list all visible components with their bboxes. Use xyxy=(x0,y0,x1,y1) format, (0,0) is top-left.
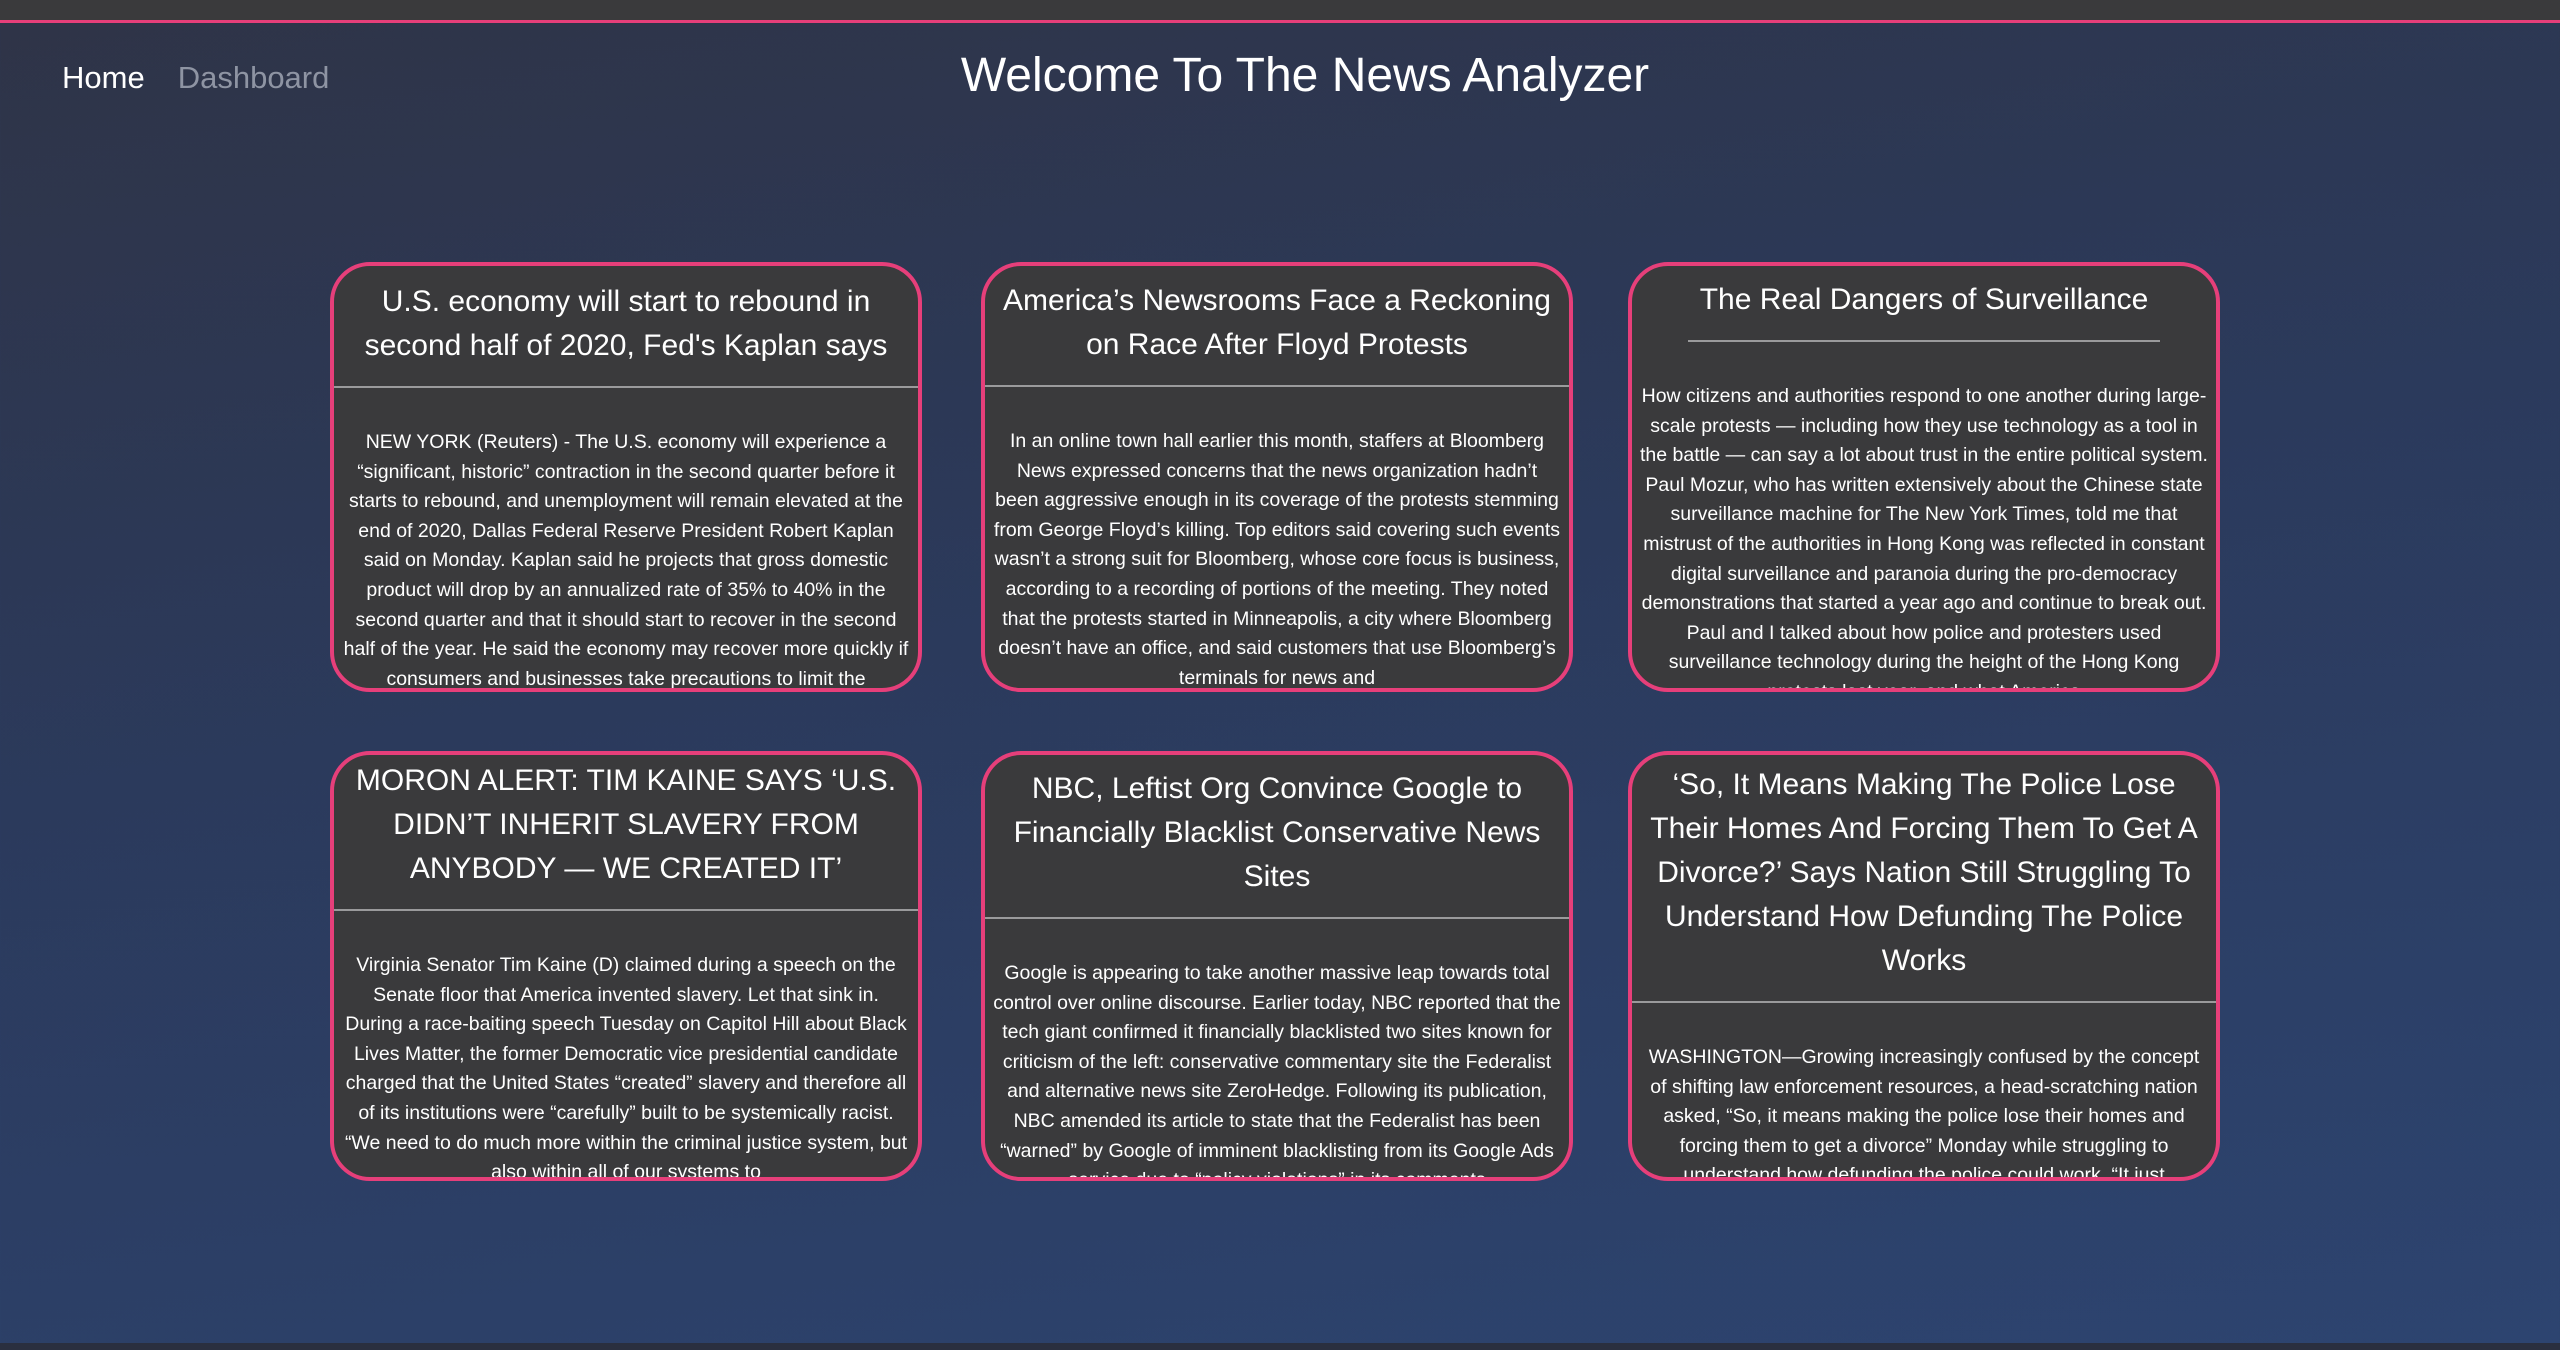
article-title: ‘So, It Means Making The Police Lose The… xyxy=(1650,768,2198,977)
article-body: How citizens and authorities respond to … xyxy=(1640,385,2208,692)
article-body: In an online town hall earlier this mont… xyxy=(993,430,1561,689)
article-title: U.S. economy will start to rebound in se… xyxy=(364,285,888,362)
window-bottom-edge xyxy=(0,1343,2560,1350)
window-top-bar xyxy=(0,0,2560,20)
article-card[interactable]: U.S. economy will start to rebound in se… xyxy=(330,262,922,692)
article-title: America’s Newsrooms Face a Reckoning on … xyxy=(1003,284,1551,361)
article-body: Google is appearing to take another mass… xyxy=(993,962,1561,1181)
article-card[interactable]: MORON ALERT: TIM KAINE SAYS ‘U.S. DIDN’T… xyxy=(330,751,922,1181)
article-body: NEW YORK (Reuters) - The U.S. economy wi… xyxy=(343,431,909,690)
article-card[interactable]: The Real Dangers of Surveillance How cit… xyxy=(1628,262,2220,692)
article-title: The Real Dangers of Surveillance xyxy=(1699,283,2149,316)
article-body: WASHINGTON—Growing increasingly confused… xyxy=(1648,1046,2200,1181)
article-body: Virginia Senator Tim Kaine (D) claimed d… xyxy=(344,954,908,1181)
article-title: MORON ALERT: TIM KAINE SAYS ‘U.S. DIDN’T… xyxy=(355,764,897,885)
page-title: Welcome To The News Analyzer xyxy=(960,49,1650,102)
accent-line xyxy=(0,20,2560,23)
article-title: NBC, Leftist Org Convince Google to Fina… xyxy=(1013,772,1541,893)
article-card[interactable]: NBC, Leftist Org Convince Google to Fina… xyxy=(981,751,1573,1181)
article-card[interactable]: ‘So, It Means Making The Police Lose The… xyxy=(1628,751,2220,1181)
article-card[interactable]: America’s Newsrooms Face a Reckoning on … xyxy=(981,262,1573,692)
